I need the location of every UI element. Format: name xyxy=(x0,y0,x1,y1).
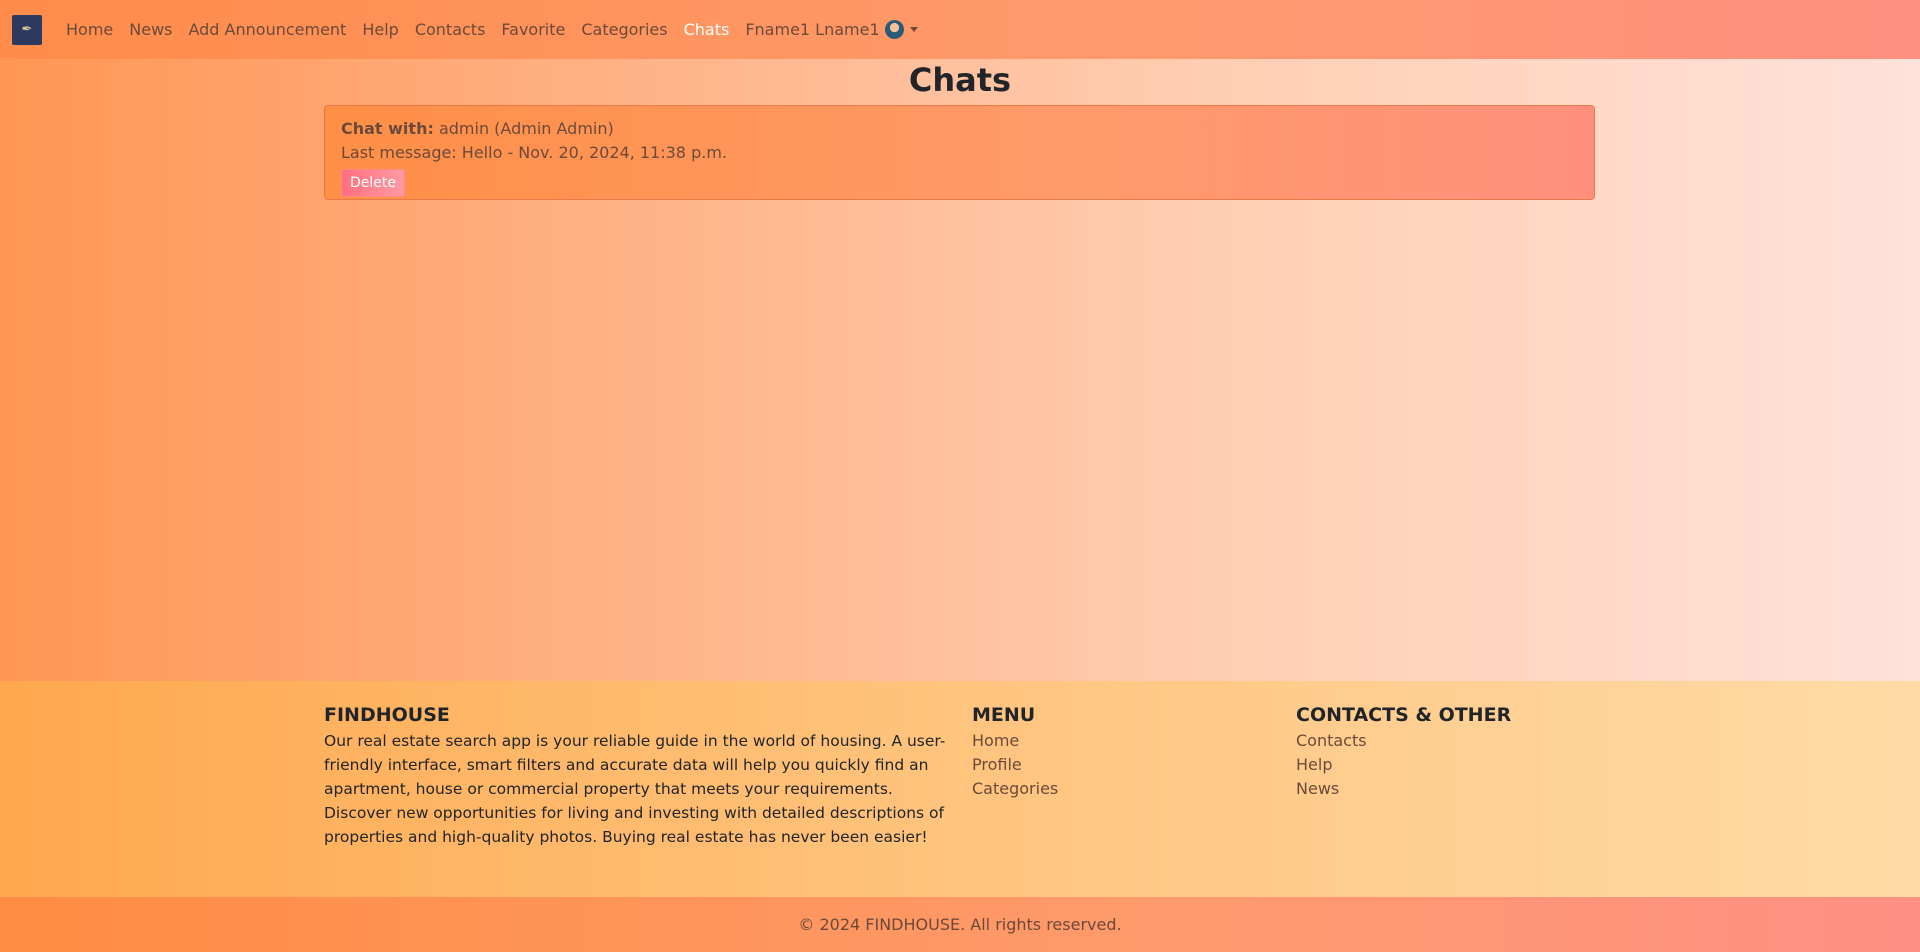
footer-contacts-heading: CONTACTS & OTHER xyxy=(1296,704,1512,726)
footer-link-profile[interactable]: Profile xyxy=(972,753,1058,777)
footer-link-help[interactable]: Help xyxy=(1296,753,1511,777)
page-title: Chats xyxy=(908,61,1012,99)
copyright-bar: © 2024 FINDHOUSE. All rights reserved. xyxy=(0,897,1920,952)
chat-with-label: Chat with: xyxy=(341,119,434,138)
footer-link-news[interactable]: News xyxy=(1296,777,1511,801)
main-content: Chats Chat with: admin (Admin Admin) Las… xyxy=(0,59,1920,681)
footer-link-categories[interactable]: Categories xyxy=(972,777,1058,801)
footer-link-home[interactable]: Home xyxy=(972,729,1058,753)
user-name: Fname1 Lname1 xyxy=(745,20,880,39)
house-quill-logo-icon: ✒ xyxy=(21,22,33,37)
footer-link-contacts[interactable]: Contacts xyxy=(1296,729,1511,753)
footer: FINDHOUSE Our real estate search app is … xyxy=(0,681,1920,897)
chat-with-value[interactable]: admin (Admin Admin) xyxy=(439,119,614,138)
nav-contacts[interactable]: Contacts xyxy=(407,0,494,59)
nav-news[interactable]: News xyxy=(121,0,180,59)
nav-add-announcement[interactable]: Add Announcement xyxy=(180,0,354,59)
chat-card: Chat with: admin (Admin Admin) Last mess… xyxy=(324,105,1595,200)
nav-favorite[interactable]: Favorite xyxy=(493,0,573,59)
copyright-text: © 2024 FINDHOUSE. All rights reserved. xyxy=(798,915,1122,934)
nav-categories[interactable]: Categories xyxy=(573,0,675,59)
avatar xyxy=(884,20,904,39)
nav-help[interactable]: Help xyxy=(354,0,406,59)
footer-menu: MENU Home Profile Categories xyxy=(972,703,1058,801)
delete-chat-button[interactable]: Delete xyxy=(341,169,405,197)
nav-chats[interactable]: Chats xyxy=(676,0,738,59)
footer-about-heading: FINDHOUSE xyxy=(324,704,450,726)
brand-logo[interactable]: ✒ xyxy=(12,14,42,45)
top-navbar: ✒ Home News Add Announcement Help Contac… xyxy=(0,0,1920,59)
nav-home[interactable]: Home xyxy=(58,0,121,59)
chat-with-line: Chat with: admin (Admin Admin) xyxy=(341,117,1578,141)
chevron-down-icon xyxy=(909,27,918,32)
footer-contacts: CONTACTS & OTHER Contacts Help News xyxy=(1296,703,1511,801)
footer-about-text: Our real estate search app is your relia… xyxy=(324,732,946,846)
footer-about: FINDHOUSE Our real estate search app is … xyxy=(324,703,949,849)
user-menu-dropdown[interactable]: Fname1 Lname1 xyxy=(737,0,925,59)
chat-last-message: Last message: Hello - Nov. 20, 2024, 11:… xyxy=(341,143,727,162)
footer-menu-heading: MENU xyxy=(972,704,1036,726)
